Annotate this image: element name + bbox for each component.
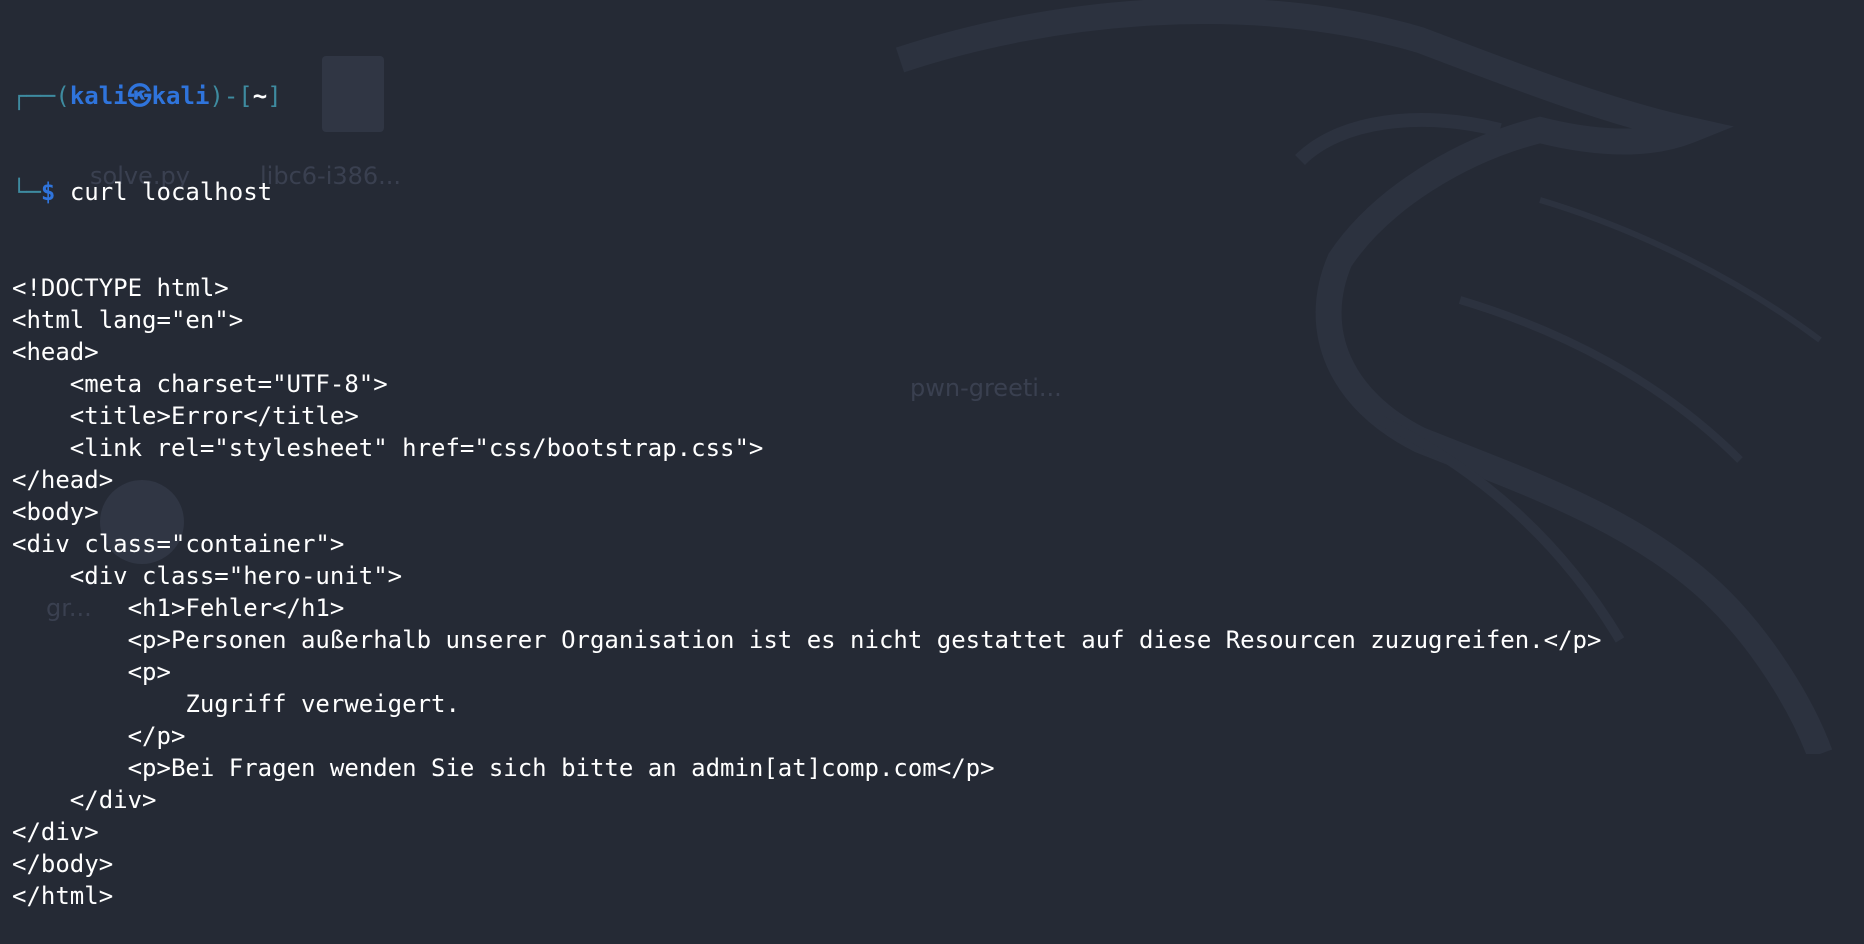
prompt-corner-top: ┌──	[12, 82, 56, 110]
output-line: <p>	[12, 658, 171, 686]
prompt-host: kali	[151, 82, 210, 110]
kali-at-icon: ㉿	[127, 82, 152, 110]
output-line: <p>Bei Fragen wenden Sie sich bitte an a…	[12, 754, 995, 782]
output-line: <h1>Fehler</h1>	[12, 594, 345, 622]
terminal-output[interactable]: ┌──(kali㉿kali)-[~] └─$ curl localhost <!…	[12, 16, 1601, 944]
output-line: <link rel="stylesheet" href="css/bootstr…	[12, 434, 764, 462]
prompt-line-2: └─$ curl localhost	[12, 176, 1601, 208]
output-line: <head>	[12, 338, 99, 366]
prompt-line-1: ┌──(kali㉿kali)-[~]	[12, 80, 1601, 112]
command-text: curl localhost	[69, 178, 273, 206]
output-line: </html>	[12, 882, 114, 910]
prompt-user: kali	[69, 82, 128, 110]
prompt-dash-bracket-open: -[	[223, 82, 253, 110]
output-line: </div>	[12, 818, 99, 846]
output-line: <title>Error</title>	[12, 402, 359, 430]
output-line: <p>Personen außerhalb unserer Organisati…	[12, 626, 1602, 654]
output-line: </div>	[12, 786, 157, 814]
output-line: Zugriff verweigert.	[12, 690, 460, 718]
output-line: </p>	[12, 722, 186, 750]
output-line: <html lang="en">	[12, 306, 244, 334]
output-line: <body>	[12, 498, 99, 526]
output-line: <meta charset="UTF-8">	[12, 370, 388, 398]
command-output: <!DOCTYPE html> <html lang="en"> <head> <m…	[12, 272, 1601, 912]
output-line: <!DOCTYPE html>	[12, 274, 229, 302]
prompt-corner-bottom: └─	[12, 178, 41, 206]
output-line: </body>	[12, 850, 114, 878]
prompt-cwd: ~	[252, 82, 268, 110]
output-line: <div class="hero-unit">	[12, 562, 403, 590]
prompt-bracket-close: ]	[267, 82, 282, 110]
prompt-dollar: $	[40, 178, 56, 206]
prompt-paren-close: )	[209, 82, 224, 110]
prompt-paren-open: (	[55, 82, 70, 110]
output-line: <div class="container">	[12, 530, 345, 558]
output-line: </head>	[12, 466, 114, 494]
